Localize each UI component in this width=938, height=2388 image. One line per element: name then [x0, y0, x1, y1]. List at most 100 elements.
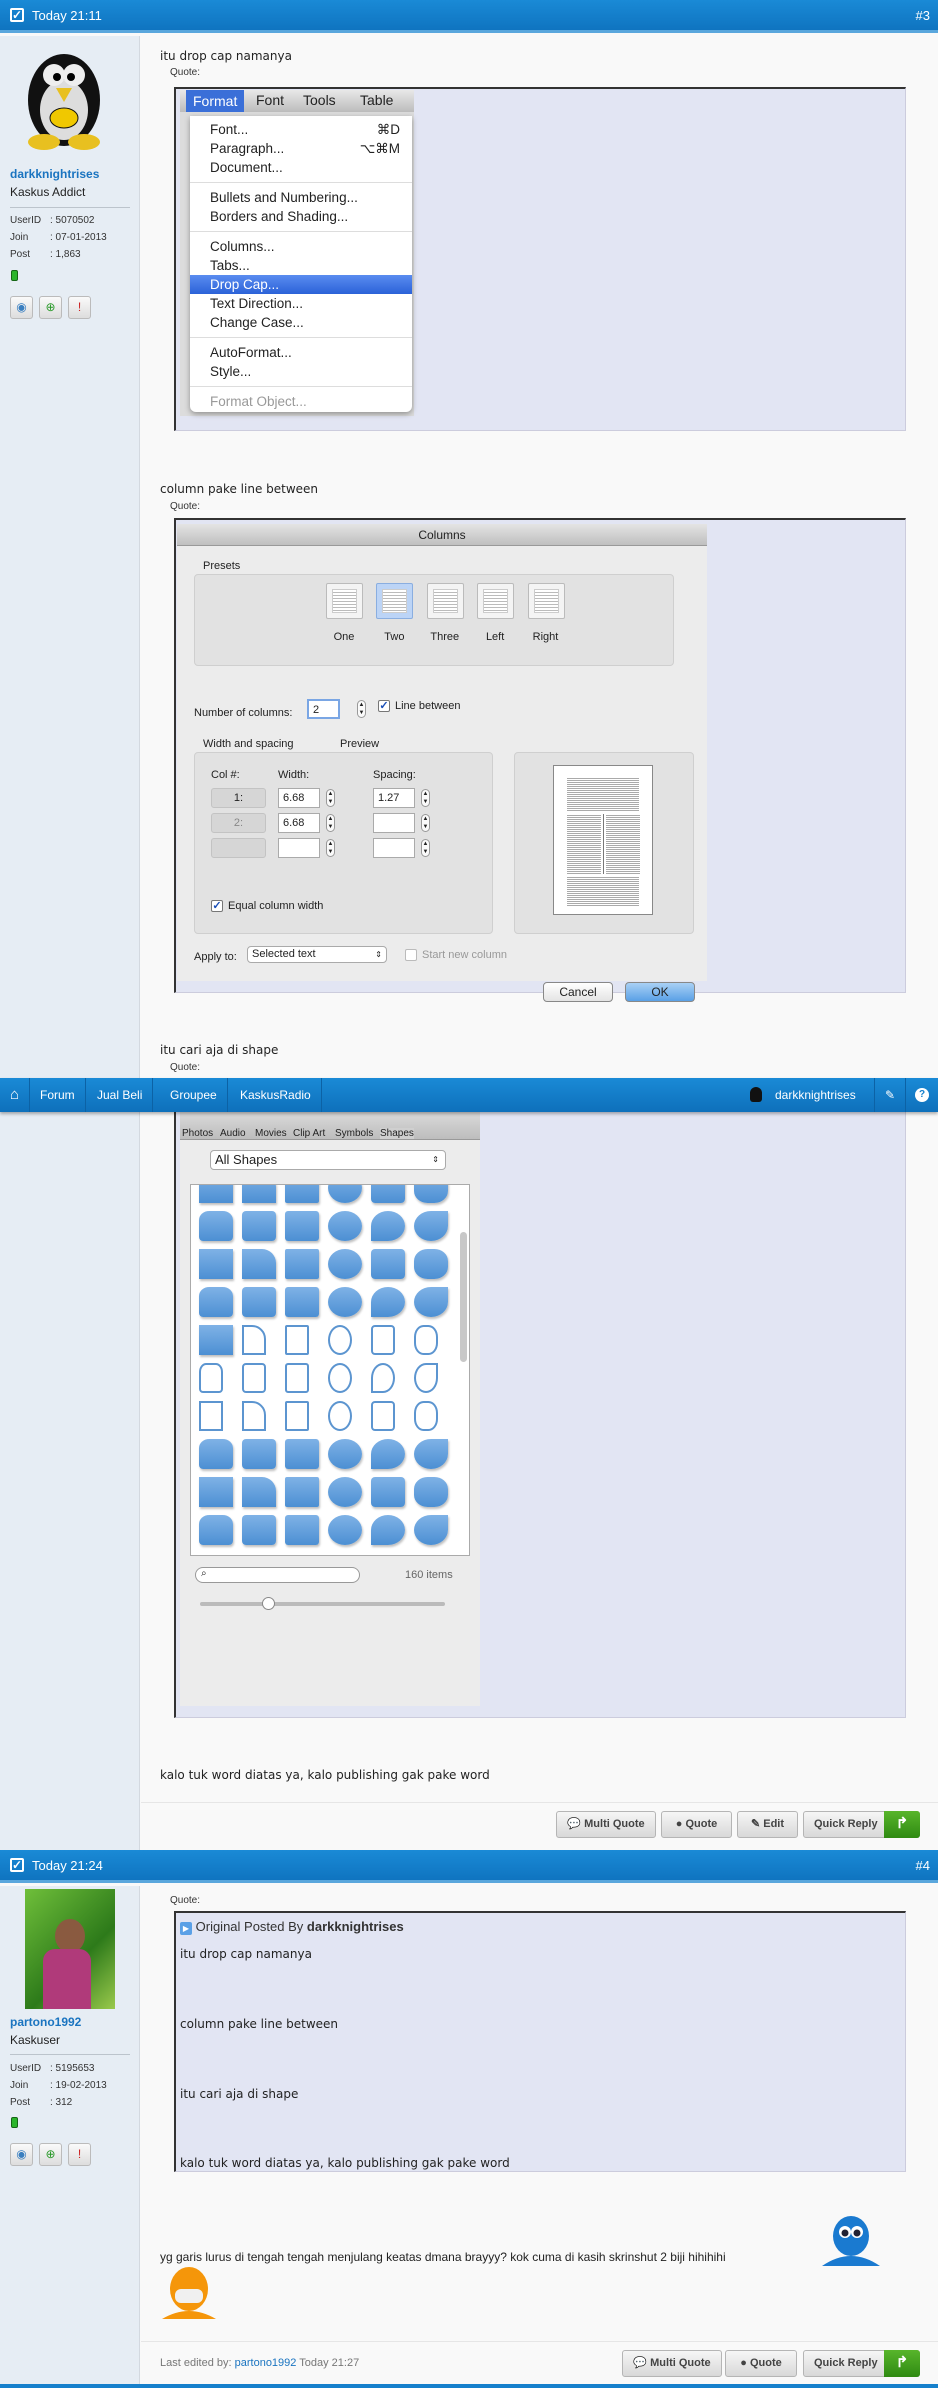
shape-thumbnail — [242, 1401, 266, 1431]
preview-label: Preview — [340, 738, 380, 750]
home-icon[interactable]: ⌂ — [0, 1078, 31, 1112]
menu-shortcut: ⌘D — [376, 122, 400, 137]
preset-one[interactable] — [326, 583, 363, 619]
shape-thumbnail — [242, 1249, 276, 1279]
nav-kaskusradio[interactable]: KaskusRadio — [230, 1078, 322, 1112]
divider — [10, 2054, 130, 2055]
spacing-stepper[interactable]: ▲ ▼ — [421, 789, 430, 807]
shape-thumbnail — [199, 1325, 233, 1355]
profile-icon[interactable]: ◉ — [10, 2143, 33, 2166]
menu-item-label: Format Object... — [210, 394, 307, 409]
shape-thumbnail — [328, 1287, 362, 1317]
multi-quote-button[interactable]: 💬 Multi Quote — [622, 2350, 722, 2377]
num-columns-input[interactable]: 2 — [307, 699, 340, 719]
add-reputation-icon[interactable]: ⊕ — [39, 296, 62, 319]
tab-clip-art[interactable]: Clip Art — [293, 1128, 325, 1139]
ok-button[interactable]: OK — [625, 982, 695, 1002]
shape-thumbnail — [285, 1439, 319, 1469]
col-number — [211, 838, 266, 858]
start-new-column-checkbox[interactable] — [405, 949, 417, 961]
quote-attribution: ▶ Original Posted By darkknightrises — [180, 1919, 404, 1935]
start-new-column-label: Start new column — [422, 949, 507, 961]
width-input[interactable]: 6.68 cm — [278, 788, 320, 822]
join-date: Join: 07-01-2013 — [10, 232, 107, 243]
tab-photos[interactable]: Photos — [182, 1128, 213, 1139]
post-text: kalo tuk word diatas ya, kalo publishing… — [160, 1768, 490, 1782]
reply-arrow-icon[interactable]: ↱ — [884, 2350, 920, 2377]
preset-label: One — [333, 631, 355, 643]
shape-thumbnail — [371, 1185, 405, 1203]
num-columns-stepper[interactable]: ▲ ▼ — [357, 700, 366, 718]
menu-item: Bullets and Numbering... — [190, 188, 412, 207]
menu-item: Text Direction... — [190, 294, 412, 313]
shape-thumbnail — [328, 1249, 362, 1279]
menu-item: Font... ⌘D — [190, 120, 412, 139]
cancel-button[interactable]: Cancel — [543, 982, 613, 1002]
nav-jual-beli[interactable]: Jual Beli — [87, 1078, 154, 1112]
shape-thumbnail — [199, 1477, 233, 1507]
equal-width-checkbox[interactable]: ✓ — [211, 900, 223, 912]
quote-author[interactable]: darkknightrises — [307, 1919, 404, 1934]
profile-icon[interactable]: ◉ — [10, 296, 33, 319]
tab-symbols[interactable]: Symbols — [335, 1128, 373, 1139]
spacing-input[interactable] — [373, 838, 415, 858]
preset-right[interactable] — [527, 583, 565, 619]
tab-movies[interactable]: Movies — [255, 1128, 287, 1139]
shape-thumbnail — [414, 1477, 448, 1507]
quote-button[interactable]: ● Quote — [725, 2350, 797, 2377]
spacing-stepper[interactable]: ▲ ▼ — [421, 839, 430, 857]
menu-item: Style... — [190, 362, 412, 381]
avatar[interactable] — [25, 1889, 115, 2009]
post-number[interactable]: #3 — [916, 8, 930, 23]
equal-width-label: Equal column width — [228, 900, 324, 912]
post-header: ✓ Today 21:11 #3 — [0, 0, 938, 33]
edit-button[interactable]: ✎ Edit — [737, 1811, 798, 1838]
reply-arrow-icon[interactable]: ↱ — [884, 1811, 920, 1838]
shape-thumbnail — [414, 1185, 448, 1203]
user-id: UserID: 5070502 — [10, 215, 95, 226]
preset-two[interactable] — [376, 583, 414, 619]
edit-icon[interactable]: ✎ — [874, 1078, 907, 1112]
quote-label: Quote: — [170, 67, 201, 78]
username[interactable]: partono1992 — [10, 2015, 81, 2029]
shape-thumbnail — [285, 1515, 319, 1545]
quote-button[interactable]: ● Quote — [661, 1811, 732, 1838]
user-id: UserID: 5195653 — [10, 2063, 95, 2074]
width-stepper[interactable]: ▲ ▼ — [326, 839, 335, 857]
width-stepper[interactable]: ▲ ▼ — [326, 789, 335, 807]
report-icon[interactable]: ! — [68, 2143, 91, 2166]
columns-dialog-screenshot: Columns Presets One Two Three Left Right Num… — [177, 524, 707, 1002]
user-rank: Kaskus Addict — [10, 185, 86, 199]
item-count: 160 items — [405, 1569, 453, 1581]
shape-thumbnail — [199, 1439, 233, 1469]
width-input[interactable]: 6.68 cm — [278, 813, 320, 847]
username[interactable]: darkknightrises — [10, 167, 99, 181]
nav-username[interactable]: darkknightrises — [775, 1088, 856, 1102]
help-icon[interactable]: ? — [915, 1088, 929, 1102]
quote-line: column pake line between — [180, 2017, 339, 2031]
shape-thumbnail — [371, 1287, 405, 1317]
nav-forum[interactable]: Forum — [30, 1078, 86, 1112]
nav-groupee[interactable]: Groupee — [160, 1078, 228, 1112]
shape-thumbnail — [414, 1363, 438, 1393]
post-number[interactable]: #4 — [916, 1858, 930, 1873]
spacing-stepper[interactable]: ▲ ▼ — [421, 814, 430, 832]
width-stepper[interactable]: ▲ ▼ — [326, 814, 335, 832]
preset-label: Left — [485, 631, 505, 643]
spacing-input[interactable] — [373, 813, 415, 833]
preset-three[interactable] — [426, 583, 464, 619]
spacing-input[interactable]: 1.27 cm — [373, 788, 415, 822]
apply-to-select[interactable]: Selected text ⇕ — [247, 946, 387, 963]
editor-link[interactable]: partono1992 — [235, 2357, 297, 2369]
menu-item-label: Text Direction... — [210, 296, 304, 311]
tab-audio[interactable]: Audio — [220, 1128, 246, 1139]
tab-shapes[interactable]: Shapes — [380, 1128, 414, 1139]
width-input[interactable] — [278, 838, 320, 858]
avatar[interactable] — [14, 40, 114, 150]
add-reputation-icon[interactable]: ⊕ — [39, 2143, 62, 2166]
report-icon[interactable]: ! — [68, 296, 91, 319]
post-text: column pake line between — [160, 482, 319, 496]
line-between-checkbox[interactable]: ✓ — [378, 700, 390, 712]
preset-left[interactable] — [477, 583, 515, 619]
multi-quote-button[interactable]: 💬 Multi Quote — [556, 1811, 656, 1838]
